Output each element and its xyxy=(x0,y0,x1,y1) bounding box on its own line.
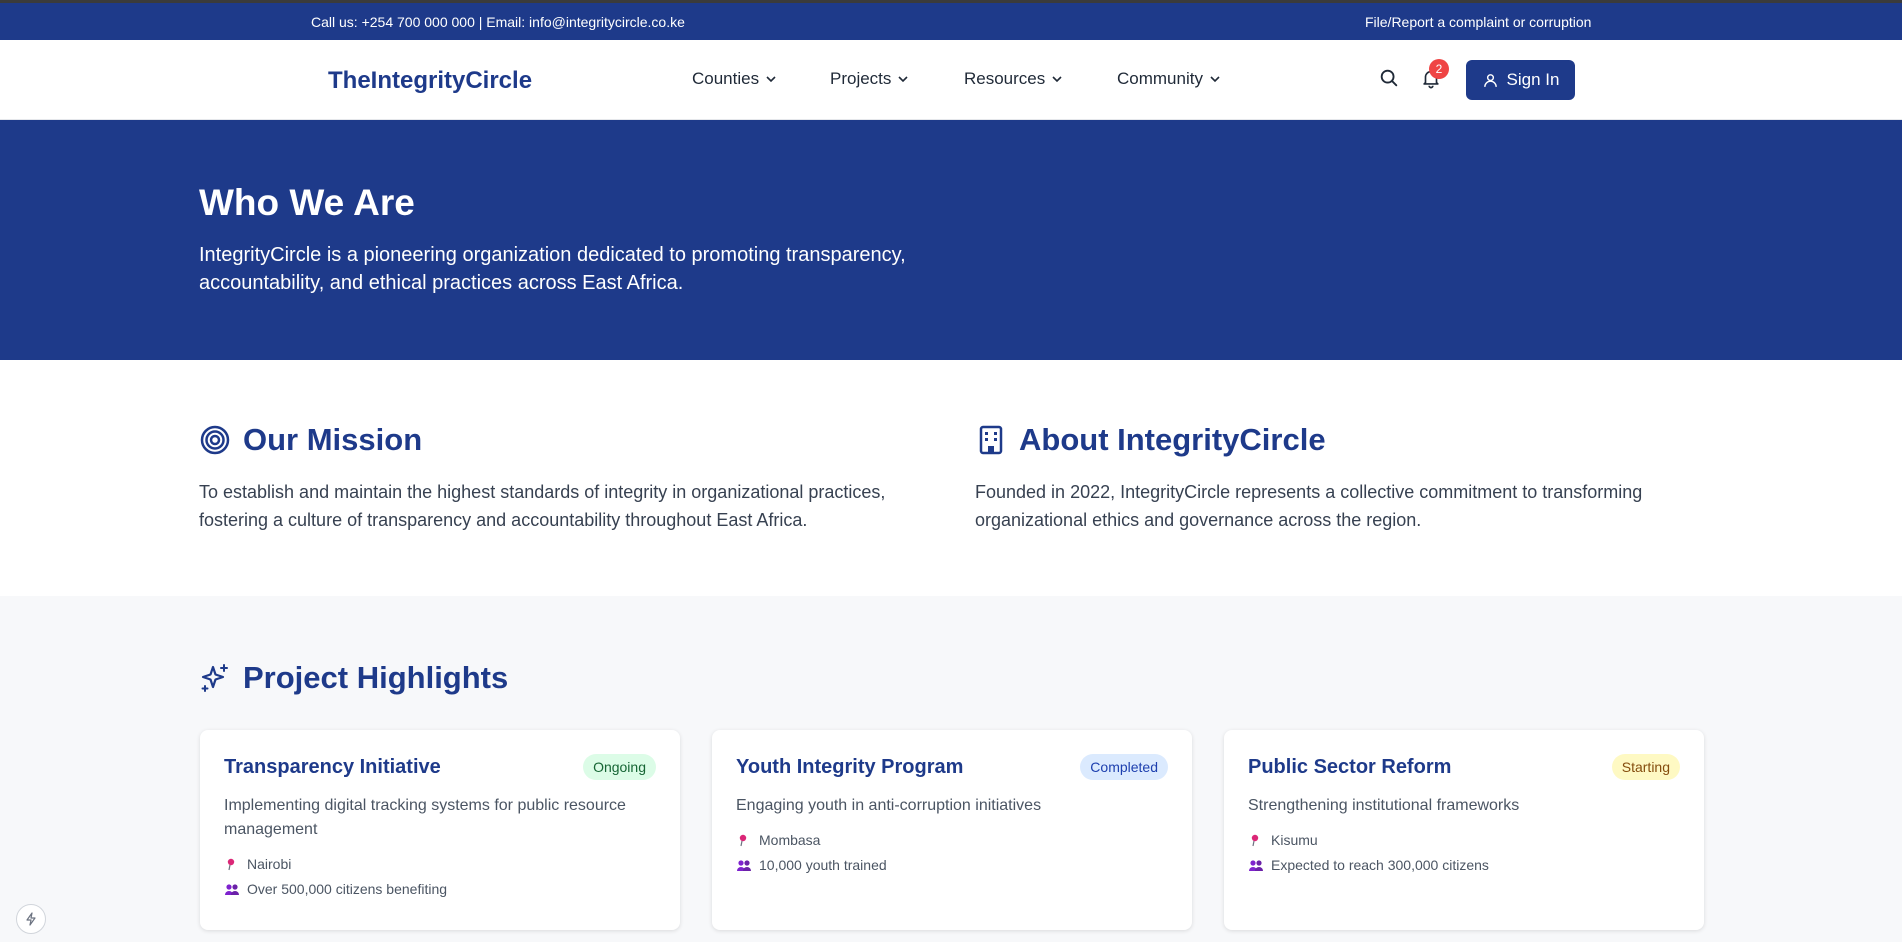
top-contact-bar: Call us: +254 700 000 000 | Email: info@… xyxy=(0,3,1902,40)
people-icon xyxy=(737,860,751,871)
nav-counties[interactable]: Counties xyxy=(692,69,777,89)
mission-title: Our Mission xyxy=(243,422,423,457)
report-complaint-link[interactable]: File/Report a complaint or corruption xyxy=(1365,14,1591,30)
nav-resources[interactable]: Resources xyxy=(964,69,1063,89)
mission-column: Our Mission To establish and maintain th… xyxy=(199,422,919,534)
hero-text: IntegrityCircle is a pioneering organiza… xyxy=(199,244,906,294)
project-location: Nairobi xyxy=(247,856,292,872)
nav-community-label: Community xyxy=(1117,69,1203,88)
nav-counties-label: Counties xyxy=(692,69,760,88)
project-location: Mombasa xyxy=(759,832,821,848)
notification-count-badge: 2 xyxy=(1429,59,1449,79)
search-icon[interactable] xyxy=(1378,67,1400,89)
map-pin-icon xyxy=(1251,834,1259,847)
project-card-public-sector[interactable]: Public Sector Reform Starting Strengthen… xyxy=(1224,730,1704,930)
contact-info: Call us: +254 700 000 000 | Email: info@… xyxy=(311,14,685,30)
hero-title: Who We Are xyxy=(199,182,415,223)
sign-in-button[interactable]: Sign In xyxy=(1466,60,1575,100)
user-icon xyxy=(1483,73,1497,87)
chevron-down-icon xyxy=(898,76,908,83)
project-impact: Over 500,000 citizens benefiting xyxy=(247,881,448,897)
people-icon xyxy=(225,884,239,895)
about-title: About IntegrityCircle xyxy=(1019,422,1326,457)
project-impact: 10,000 youth trained xyxy=(759,857,887,873)
nav-community[interactable]: Community xyxy=(1117,69,1221,89)
project-card-youth[interactable]: Youth Integrity Program Completed Engagi… xyxy=(712,730,1192,930)
lightning-icon xyxy=(26,912,36,926)
highlights-title: Project Highlights xyxy=(243,660,509,695)
project-title: Youth Integrity Program xyxy=(736,755,964,778)
sign-in-label: Sign In xyxy=(1506,70,1560,89)
building-icon xyxy=(979,425,1003,455)
about-column: About IntegrityCircle Founded in 2022, I… xyxy=(975,422,1695,534)
nav-projects[interactable]: Projects xyxy=(830,69,909,89)
status-badge: Ongoing xyxy=(583,754,656,780)
project-description: Engaging youth in anti-corruption initia… xyxy=(736,797,1042,814)
target-icon xyxy=(200,425,230,455)
project-title: Transparency Initiative xyxy=(224,755,441,778)
nav-resources-label: Resources xyxy=(964,69,1046,88)
project-highlights-section: Project Highlights Transparency Initiati… xyxy=(0,596,1902,942)
about-text: Founded in 2022, IntegrityCircle represe… xyxy=(975,482,1643,530)
chevron-down-icon xyxy=(1210,76,1220,83)
chevron-down-icon xyxy=(1052,76,1062,83)
site-logo[interactable]: TheIntegrityCircle xyxy=(328,67,532,95)
lightning-widget-button[interactable] xyxy=(16,904,46,934)
project-impact: Expected to reach 300,000 citizens xyxy=(1271,857,1489,873)
main-navbar: TheIntegrityCircle Counties Projects Res… xyxy=(0,40,1902,120)
status-badge: Starting xyxy=(1611,754,1680,780)
chevron-down-icon xyxy=(766,76,776,83)
mission-about-section: Our Mission To establish and maintain th… xyxy=(0,360,1902,596)
sparkles-icon xyxy=(201,664,228,692)
project-title: Public Sector Reform xyxy=(1248,755,1452,778)
nav-projects-label: Projects xyxy=(830,69,892,88)
mission-text: To establish and maintain the highest st… xyxy=(199,482,886,530)
status-badge: Completed xyxy=(1080,754,1168,780)
project-card-transparency[interactable]: Transparency Initiative Ongoing Implemen… xyxy=(200,730,680,930)
map-pin-icon xyxy=(227,858,235,871)
hero-section: Who We Are IntegrityCircle is a pioneeri… xyxy=(0,120,1902,360)
project-location: Kisumu xyxy=(1271,832,1318,848)
map-pin-icon xyxy=(739,834,747,847)
project-description: Implementing digital tracking systems fo… xyxy=(224,797,626,838)
people-icon xyxy=(1249,860,1263,871)
project-description: Strengthening institutional frameworks xyxy=(1248,797,1520,814)
